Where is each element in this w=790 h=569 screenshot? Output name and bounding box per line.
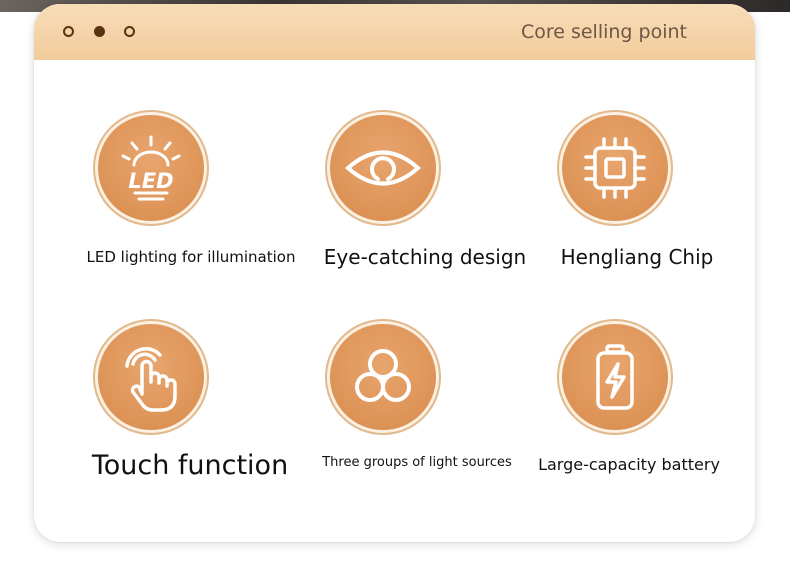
feature-led-circle: LED xyxy=(98,115,204,221)
feature-label-light-sources: Three groups of light sources xyxy=(322,455,512,470)
led-icon-text: LED xyxy=(128,169,173,193)
battery-icon xyxy=(596,344,634,410)
page-indicator-dot[interactable] xyxy=(63,26,74,37)
feature-label-touch: Touch function xyxy=(91,450,289,481)
feature-light-sources-circle xyxy=(330,324,436,430)
feature-card: Core selling point LED LED lighting for … xyxy=(34,4,755,542)
feature-label-chip: Hengliang Chip xyxy=(560,245,714,269)
led-icon: LED xyxy=(121,135,181,201)
feature-battery-circle xyxy=(562,324,668,430)
feature-touch-circle xyxy=(98,324,204,430)
feature-label-battery: Large-capacity battery xyxy=(538,455,720,474)
card-header: Core selling point xyxy=(34,4,755,60)
feature-label-led: LED lighting for illumination xyxy=(86,248,296,266)
feature-chip-circle xyxy=(562,115,668,221)
eye-icon xyxy=(344,150,422,186)
feature-eye-circle xyxy=(330,115,436,221)
chip-icon xyxy=(584,137,646,199)
header-title: Core selling point xyxy=(520,21,687,43)
page-indicator-dot[interactable] xyxy=(124,26,135,37)
light-sources-icon xyxy=(355,349,411,402)
page-indicator-dot-active[interactable] xyxy=(94,26,105,37)
touch-hand-icon xyxy=(125,347,177,412)
feature-label-eye: Eye-catching design xyxy=(323,245,527,269)
